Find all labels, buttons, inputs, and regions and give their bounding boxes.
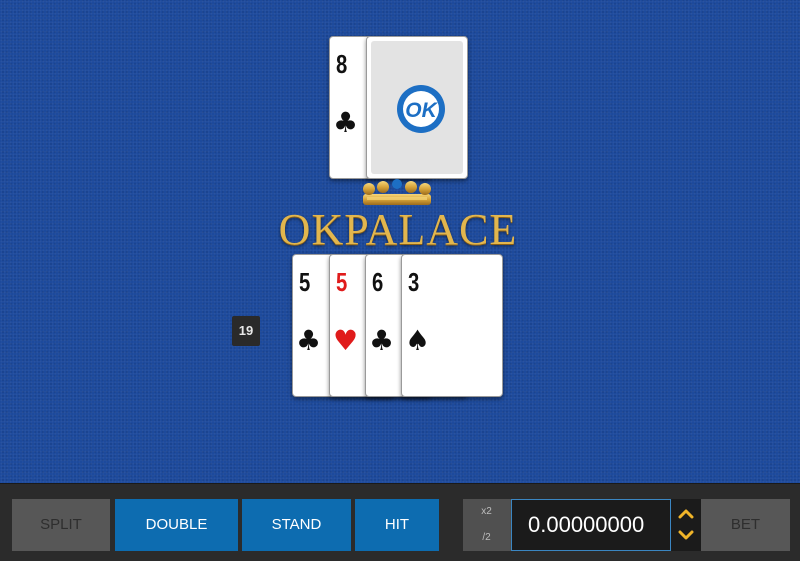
card-rank: 5 [299, 267, 311, 297]
spade-suit-icon: ♠ [405, 324, 431, 357]
card-rank: 6 [372, 267, 384, 297]
control-bar: SPLIT DOUBLE STAND HIT x2 /2 0.00000000 … [0, 483, 800, 561]
chevron-up-icon[interactable] [678, 509, 694, 519]
hit-button[interactable]: HIT [355, 499, 439, 551]
logo-text: OK [405, 99, 438, 122]
bet-amount-input[interactable]: 0.00000000 [511, 499, 671, 551]
club-suit-icon: ♣ [369, 324, 395, 357]
half-bet-button[interactable]: /2 [463, 525, 510, 551]
crown-icon [363, 179, 431, 205]
chevron-down-icon[interactable] [678, 530, 694, 540]
game-table: 8 ♣ OK OKPALACE 19 5 ♣ 5 ♥ 6 ♣ 3 ♠ [0, 0, 800, 483]
bet-button[interactable]: BET [701, 499, 790, 551]
brand-logo: OKPALACE [278, 205, 518, 254]
club-suit-icon: ♣ [333, 106, 359, 139]
heart-suit-icon: ♥ [333, 324, 359, 357]
card-rank: 8 [336, 49, 348, 79]
dealer-card-hole: OK [366, 36, 468, 179]
split-button[interactable]: SPLIT [12, 499, 110, 551]
bet-controls: x2 /2 0.00000000 BET [463, 499, 790, 551]
club-suit-icon: ♣ [296, 324, 322, 357]
player-card-4: 3 ♠ [401, 254, 503, 397]
player-score-badge: 19 [232, 316, 260, 346]
card-rank: 3 [408, 267, 420, 297]
ok-logo-icon: OK [397, 85, 445, 133]
bet-stepper [671, 499, 701, 551]
stand-button[interactable]: STAND [242, 499, 351, 551]
double-button[interactable]: DOUBLE [115, 499, 238, 551]
double-bet-button[interactable]: x2 [463, 499, 510, 526]
card-rank: 5 [336, 267, 348, 297]
